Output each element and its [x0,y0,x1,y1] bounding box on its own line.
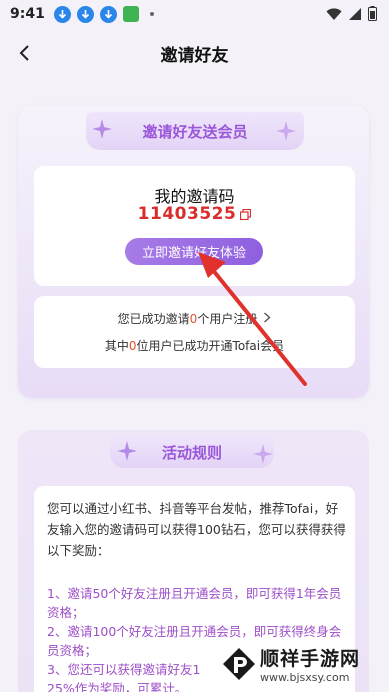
more-notifications-dot-icon [149,12,154,16]
battery-icon [368,6,377,21]
sparkle-icon [253,444,273,464]
watermark-logo-icon [223,648,255,680]
rule-item: 1、邀请50个好友注册且开通会员，即可获得1年会员资格； [47,586,342,620]
invite-code-row: 11403525 [34,204,355,224]
sparkle-icon [92,119,112,139]
rules-intro: 您可以通过小红书、抖音等平台发帖，推荐Tofai，好友输入您的邀请码可以获得10… [47,501,346,558]
page-title: 邀请好友 [160,45,229,66]
signal-icon [349,7,361,20]
status-time: 9:41 [10,6,45,22]
stat-prefix: 您已成功邀请 [117,312,190,326]
watermark-name: 顺祥手游网 [260,648,361,670]
member-count: 0 [128,339,137,353]
sparkle-icon [276,121,296,141]
download-notification-icon [53,5,71,23]
invite-code-value: 11403525 [137,204,237,224]
back-arrow-icon[interactable] [16,44,34,62]
stat-prefix: 其中 [104,339,129,353]
copy-icon[interactable] [240,208,252,220]
nav-bar: 邀请好友 [0,28,389,78]
download-notification-icon [99,5,117,23]
invite-card-header: 邀请好友送会员 [86,112,304,150]
status-bar: 9:41 [0,0,389,28]
watermark: 顺祥手游网 www.bjsxsy.com [222,636,389,692]
app-notification-icon [122,6,139,22]
wifi-icon [326,7,342,20]
download-notification-icon [76,5,94,23]
watermark-url: www.bjsxsy.com [260,671,350,684]
annotation-arrow-icon [198,252,307,386]
sparkle-icon [117,441,137,461]
